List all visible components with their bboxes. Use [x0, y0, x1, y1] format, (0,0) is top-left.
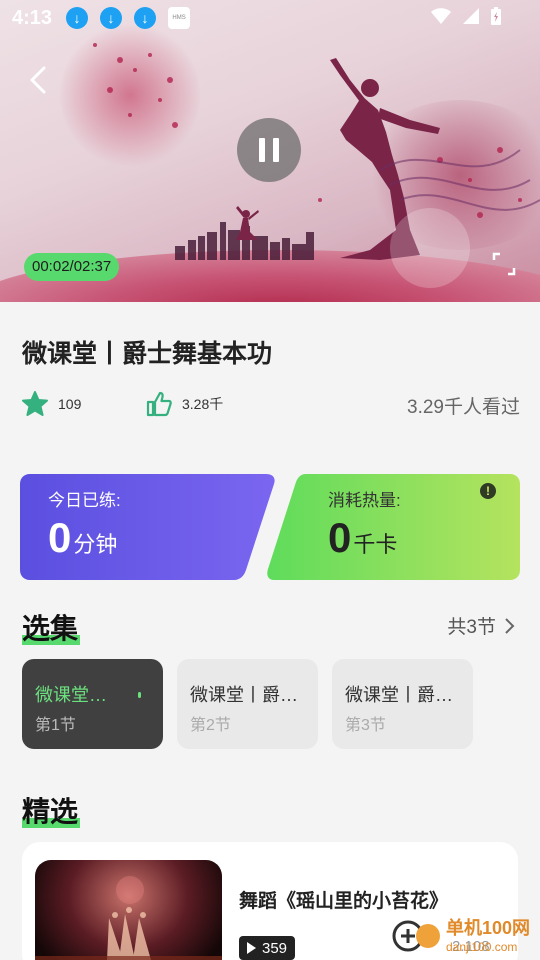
back-icon[interactable]: [24, 62, 52, 98]
favorite-count: 109: [58, 396, 82, 412]
battery-icon: [491, 7, 501, 25]
episode-title: 微课堂丨爵…: [190, 685, 298, 705]
episode-list: 微课堂… 第1节 微课堂丨爵… 第2节 微课堂丨爵… 第3节: [22, 659, 473, 749]
play-count-badge: 359: [239, 936, 296, 960]
episode-index: 第3节: [345, 717, 386, 734]
info-icon[interactable]: !: [480, 483, 496, 499]
play-icon: [247, 942, 256, 954]
watermark-line2: danji100.com: [446, 940, 518, 954]
episode-title: 微课堂…: [35, 685, 107, 705]
today-label: 今日已练:: [48, 491, 121, 510]
play-count: 359: [262, 939, 288, 957]
status-bar: 4:13 ↓ ↓ ↓ HMS: [0, 0, 540, 36]
episode-count: 共3节: [447, 617, 496, 638]
signal-icon: [463, 8, 479, 24]
today-minutes: 0: [48, 514, 72, 561]
featured-heading: 精选: [22, 796, 80, 828]
watermark-logo-icon: [392, 920, 440, 952]
playback-time: 00:02/02:37: [24, 253, 120, 281]
wifi-icon: [431, 8, 451, 24]
view-count: 3.29千人看过: [407, 397, 520, 418]
status-time: 4:13: [12, 6, 53, 29]
episode-item-2[interactable]: 微课堂丨爵… 第2节: [177, 659, 318, 749]
episode-index: 第1节: [35, 717, 76, 734]
episodes-more-link[interactable]: 共3节: [447, 612, 516, 639]
today-practice-card: 今日已练: 0 分钟: [20, 474, 276, 580]
calories-label: 消耗热量:: [328, 491, 401, 510]
featured-thumbnail: [35, 860, 222, 960]
pause-button[interactable]: [237, 118, 301, 182]
download-icon: ↓: [134, 7, 157, 29]
calories-value: 0: [328, 514, 352, 561]
calories-unit: 千卡: [353, 532, 398, 557]
playing-indicator: [138, 692, 141, 698]
thumbs-up-icon: [146, 391, 172, 417]
watermark-line1: 单机100网: [446, 918, 531, 938]
hms-icon: HMS: [168, 7, 191, 29]
star-icon: [22, 391, 48, 416]
episode-item-3[interactable]: 微课堂丨爵… 第3节: [332, 659, 473, 749]
episode-index: 第2节: [190, 717, 231, 734]
like-stat[interactable]: 3.28千: [146, 388, 223, 420]
download-icon: ↓: [66, 7, 89, 29]
video-player[interactable]: 4:13 ↓ ↓ ↓ HMS 00:02/02:37: [0, 0, 540, 302]
chevron-right-icon: [505, 617, 515, 634]
episode-title: 微课堂丨爵…: [345, 685, 453, 705]
fullscreen-icon[interactable]: [492, 252, 516, 276]
site-watermark: 单机100网 danji100.com: [390, 908, 540, 960]
course-title: 微课堂丨爵士舞基本功: [22, 340, 273, 368]
course-stats: 109 3.28千 3.29千人看过: [22, 388, 520, 420]
episodes-heading: 选集: [22, 613, 80, 645]
today-unit: 分钟: [73, 532, 118, 557]
episode-item-1[interactable]: 微课堂… 第1节: [22, 659, 163, 749]
download-icon: ↓: [100, 7, 123, 29]
calories-card: 消耗热量: 0 千卡 !: [266, 474, 520, 580]
like-count: 3.28千: [182, 396, 224, 412]
favorite-stat[interactable]: 109: [22, 388, 81, 420]
